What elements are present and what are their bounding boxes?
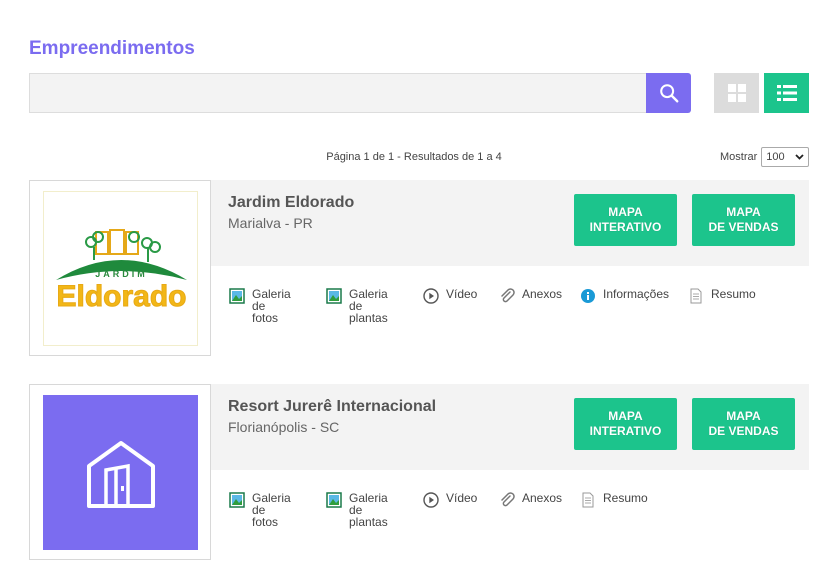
house-door-icon (86, 440, 155, 508)
link-label-line: Galeria de (349, 287, 388, 313)
button-label-line: DE VENDAS (708, 424, 779, 438)
link-summary[interactable]: Resumo (580, 492, 648, 508)
development-card: JARDIM Eldorado Jardim Eldorado Marialva… (29, 180, 809, 356)
development-title[interactable]: Resort Jurerê Internacional (228, 398, 436, 416)
jardim-eldorado-logo: JARDIM Eldorado (43, 191, 198, 346)
page-size-value: 100 (766, 151, 785, 163)
development-city: Marialva - PR (228, 215, 313, 231)
grid-view-button[interactable] (714, 73, 759, 113)
button-label-line: MAPA (726, 409, 761, 423)
page-size-select[interactable]: 100 (761, 147, 810, 167)
image-gallery-icon (326, 492, 342, 508)
link-label-line: Galeria de (252, 491, 291, 517)
link-label: Resumo (711, 287, 756, 301)
page-title: Empreendimentos (29, 38, 195, 59)
link-label-line: plantas (349, 515, 388, 529)
info-icon (580, 288, 596, 304)
link-video[interactable]: Vídeo (423, 492, 477, 508)
link-label: Vídeo (446, 491, 478, 505)
chevron-down-icon (795, 154, 804, 160)
link-label-line: fotos (252, 515, 279, 529)
link-attachments[interactable]: Anexos (499, 492, 562, 508)
search-button[interactable] (646, 73, 691, 113)
button-label-line: INTERATIVO (589, 424, 662, 438)
grid-icon (727, 84, 746, 102)
link-summary[interactable]: Resumo (688, 288, 756, 304)
link-information[interactable]: Informações (580, 288, 669, 304)
button-label-line: MAPA (608, 409, 643, 423)
page-size-label: Mostrar (720, 151, 758, 163)
development-header: Jardim Eldorado Marialva - PR MAPA INTERA… (211, 180, 809, 266)
play-icon (423, 492, 439, 508)
link-label: Resumo (603, 491, 648, 505)
paperclip-icon (499, 288, 515, 304)
development-header: Resort Jurerê Internacional Florianópoli… (211, 384, 809, 470)
sales-map-button[interactable]: MAPA DE VENDAS (692, 194, 795, 246)
development-thumbnail[interactable] (29, 384, 211, 560)
sales-map-button[interactable]: MAPA DE VENDAS (692, 398, 795, 450)
link-label: Anexos (522, 491, 563, 505)
logo-small-text: JARDIM (95, 269, 148, 279)
link-label-line: fotos (252, 311, 279, 325)
link-plans-gallery[interactable]: Galeria de plantas (326, 288, 388, 324)
button-label-line: MAPA (726, 205, 761, 219)
link-label: Anexos (522, 287, 563, 301)
list-view-button[interactable] (764, 73, 809, 113)
placeholder-image (43, 395, 198, 550)
development-card: Resort Jurerê Internacional Florianópoli… (29, 384, 809, 560)
interactive-map-button[interactable]: MAPA INTERATIVO (574, 194, 677, 246)
link-video[interactable]: Vídeo (423, 288, 477, 304)
link-label: Vídeo (446, 287, 478, 301)
document-icon (688, 288, 704, 304)
play-icon (423, 288, 439, 304)
development-city: Florianópolis - SC (228, 419, 340, 435)
interactive-map-button[interactable]: MAPA INTERATIVO (574, 398, 677, 450)
search-input[interactable] (29, 73, 646, 113)
button-label-line: INTERATIVO (589, 220, 662, 234)
button-label-line: MAPA (608, 205, 643, 219)
search-icon (659, 84, 678, 103)
development-title[interactable]: Jardim Eldorado (228, 194, 354, 212)
pagination-info: Página 1 de 1 - Resultados de 1 a 4 (326, 151, 502, 163)
link-photo-gallery[interactable]: Galeria de fotos (229, 288, 291, 324)
link-photo-gallery[interactable]: Galeria de fotos (229, 492, 291, 528)
link-label-line: Galeria de (252, 287, 291, 313)
list-icon (776, 85, 797, 101)
logo-big-text: Eldorado (56, 280, 187, 314)
link-label: Informações (603, 287, 670, 301)
page-size-control: Mostrar 100 (720, 147, 810, 167)
document-icon (580, 492, 596, 508)
link-attachments[interactable]: Anexos (499, 288, 562, 304)
paperclip-icon (499, 492, 515, 508)
image-gallery-icon (229, 492, 245, 508)
button-label-line: DE VENDAS (708, 220, 779, 234)
link-label-line: Galeria de (349, 491, 388, 517)
link-label-line: plantas (349, 311, 388, 325)
search-bar (29, 73, 809, 113)
development-thumbnail[interactable]: JARDIM Eldorado (29, 180, 211, 356)
link-plans-gallery[interactable]: Galeria de plantas (326, 492, 388, 528)
image-gallery-icon (326, 288, 342, 304)
image-gallery-icon (229, 288, 245, 304)
